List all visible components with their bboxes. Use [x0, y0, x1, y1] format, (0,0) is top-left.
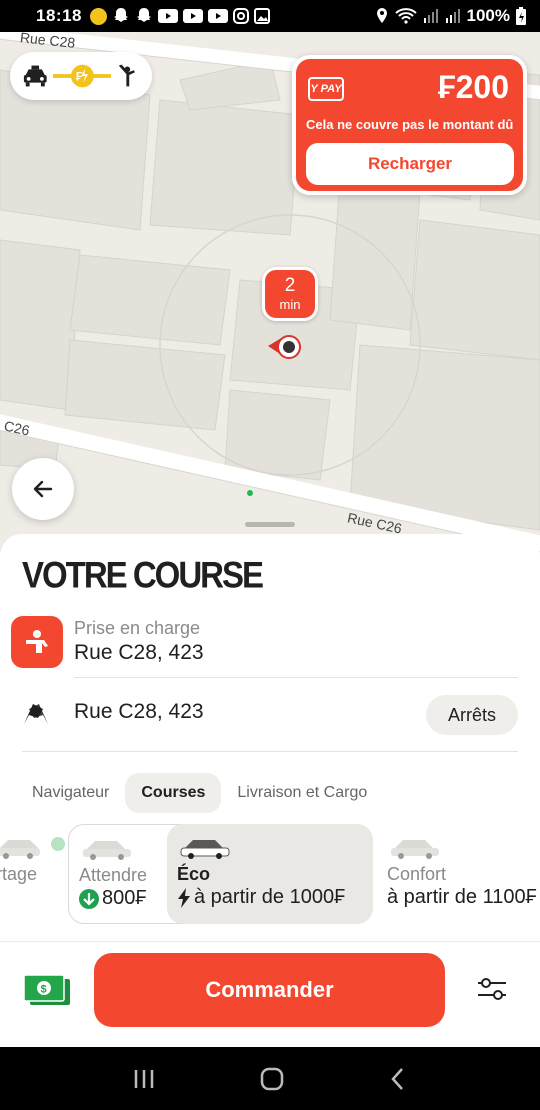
tab-navigateur[interactable]: Navigateur [22, 773, 119, 813]
eta-unit: min [279, 297, 301, 312]
lightning-icon [178, 887, 190, 908]
snapchat-icon [113, 8, 128, 22]
tariff-price: à partir de 1000₣ [177, 886, 345, 909]
tariff-list[interactable]: rtage Attendre 800₣ Éco à partir de 1000… [0, 824, 540, 924]
tariff-card-partage[interactable]: rtage [0, 824, 65, 924]
stops-button[interactable]: Arrêts [426, 695, 518, 735]
pickup-person-icon [11, 616, 63, 668]
back-nav-icon[interactable] [388, 1067, 408, 1091]
svg-text:₣: ₣ [75, 70, 82, 84]
car-icon [83, 841, 131, 860]
recharge-button[interactable]: Recharger [306, 143, 514, 185]
service-tabs: Navigateur Courses Livraison et Cargo [22, 773, 377, 813]
order-bar: $ Commander [0, 941, 540, 1047]
tariff-card-eco[interactable]: Éco à partir de 1000₣ [167, 824, 373, 924]
ypay-amount: ₣200 [437, 69, 509, 105]
ride-options-icon[interactable] [476, 975, 508, 1008]
arrow-left-icon [33, 480, 53, 498]
system-icons: 100% [375, 6, 526, 26]
ypay-logo: Y PAY [308, 77, 344, 101]
finish-flags-icon [20, 700, 52, 731]
ypay-balance-card: Y PAY ₣200 Cela ne couvre pas le montant… [292, 55, 527, 195]
cash-payment-icon[interactable]: $ [22, 973, 72, 1012]
destination-address[interactable]: Rue C28, 423 [74, 700, 204, 724]
tariff-name: Éco [177, 864, 211, 884]
tariff-price: 800₣ [79, 887, 147, 910]
car-icon [391, 840, 439, 859]
youtube-icon [157, 9, 178, 23]
status-time: 18:18 [36, 6, 82, 25]
snapchat-icon [136, 8, 151, 22]
discount-arrow-icon [79, 888, 99, 909]
gallery-icon [253, 8, 270, 24]
status-bar: 18:18 100% [0, 0, 540, 32]
eta-value: 2 [284, 275, 296, 296]
system-nav-bar [0, 1047, 540, 1110]
signal-icon [423, 9, 438, 23]
pickup-label: Prise en charge [74, 618, 201, 638]
ride-mode-indicator[interactable]: ₣ [10, 52, 152, 100]
tariff-name: Attendre [79, 865, 148, 885]
tariff-price: à partir de 1100₣ [387, 886, 537, 909]
youtube-icon [207, 9, 228, 23]
tariff-price-value: à partir de 1000₣ [194, 886, 346, 908]
fuel-bonus-icon: ₣ [52, 64, 112, 88]
back-button[interactable] [12, 458, 74, 520]
car-icon [180, 840, 230, 859]
location-icon [376, 8, 387, 23]
tariff-card-confort[interactable]: Confort à partir de 1100₣ [377, 824, 540, 924]
pickup-address[interactable]: Rue C28, 423 [74, 641, 204, 665]
divider [74, 677, 518, 678]
svg-text:$: $ [41, 984, 47, 996]
ypay-note: Cela ne couvre pas le montant dû [306, 117, 514, 132]
sheet-drag-handle[interactable] [245, 522, 295, 527]
wifi-icon [394, 8, 417, 24]
taxi-car-icon [23, 65, 47, 87]
tariff-name: Confort [387, 864, 447, 884]
battery-percent: 100% [466, 6, 510, 25]
tab-livraison-cargo[interactable]: Livraison et Cargo [227, 773, 377, 813]
notification-icons [89, 7, 270, 25]
recent-apps-icon[interactable] [132, 1068, 156, 1090]
divider [22, 751, 518, 752]
eta-bubble: 2 min [262, 267, 318, 321]
signal-icon [445, 9, 460, 23]
tab-courses[interactable]: Courses [125, 773, 222, 813]
order-button[interactable]: Commander [94, 953, 445, 1027]
tariff-price-value: à partir de 1100₣ [387, 886, 537, 908]
tariff-price-value: 800₣ [102, 887, 147, 909]
youtube-icon [182, 9, 203, 23]
battery-icon [516, 7, 526, 25]
home-icon[interactable] [260, 1067, 284, 1091]
tariff-name: rtage [0, 864, 38, 884]
ride-sheet: VOTRE COURSE Prise en charge Rue C28, 42… [0, 534, 540, 941]
sheet-title: VOTRE COURSE [22, 554, 264, 596]
instagram-icon [232, 8, 249, 24]
emoji-notification-icon [89, 7, 107, 25]
passenger-hailing-icon [119, 64, 136, 87]
